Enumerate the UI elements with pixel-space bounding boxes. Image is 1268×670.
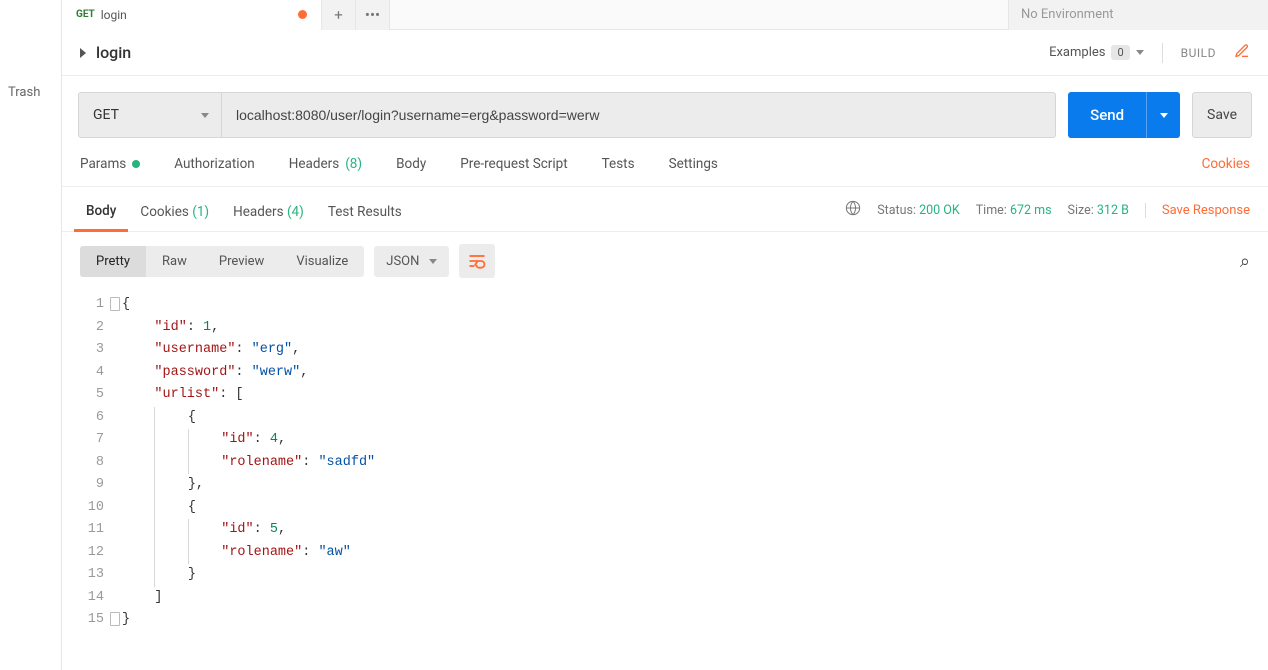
tab-label: Headers <box>233 204 283 220</box>
wrap-lines-button[interactable] <box>459 244 495 278</box>
code-line: 6 { <box>62 407 1268 430</box>
code-line: 4 "password": "werw", <box>62 362 1268 385</box>
format-row: Pretty Raw Preview Visualize JSON ⌕ <box>62 232 1268 290</box>
code-line: 10 { <box>62 497 1268 520</box>
language-label: JSON <box>386 254 419 269</box>
send-button[interactable]: Send <box>1068 92 1180 138</box>
tabbar: GET login + ••• No Environment <box>62 0 1268 30</box>
save-button[interactable]: Save <box>1192 92 1252 138</box>
unsaved-dot-icon <box>298 10 307 19</box>
tab-body[interactable]: Body <box>396 156 426 186</box>
status-value: 200 OK <box>919 203 960 218</box>
resp-tab-body[interactable]: Body <box>74 197 128 232</box>
time-value: 672 ms <box>1010 203 1052 218</box>
tab-label: Params <box>80 156 126 172</box>
resp-tab-testresults[interactable]: Test Results <box>316 198 414 230</box>
size-value: 312 B <box>1097 203 1129 218</box>
trash-link[interactable]: Trash <box>0 85 61 100</box>
request-name: login <box>96 43 131 62</box>
code-line: 5 "urlist": [ <box>62 384 1268 407</box>
method-value: GET <box>93 107 119 123</box>
tab-params[interactable]: Params <box>80 156 140 186</box>
view-mode-group: Pretty Raw Preview Visualize <box>80 246 364 277</box>
chevron-down-icon <box>1136 50 1144 55</box>
code-line: 7 "id": 4, <box>62 429 1268 452</box>
tab-count: (1) <box>192 204 209 220</box>
send-dropdown[interactable] <box>1146 92 1180 138</box>
request-subtabs: Params Authorization Headers (8) Body Pr… <box>62 138 1268 187</box>
tab-count: (4) <box>287 204 304 220</box>
language-select[interactable]: JSON <box>374 246 449 277</box>
globe-icon[interactable] <box>845 200 861 220</box>
environment-label: No Environment <box>1021 7 1114 22</box>
tab-headers[interactable]: Headers (8) <box>289 156 362 186</box>
view-preview[interactable]: Preview <box>203 246 280 277</box>
view-pretty[interactable]: Pretty <box>80 246 146 277</box>
code-line: 15} <box>62 609 1268 632</box>
tab-tests[interactable]: Tests <box>602 156 635 186</box>
save-response-button[interactable]: Save Response <box>1145 203 1250 218</box>
tab-settings[interactable]: Settings <box>669 156 718 186</box>
examples-count: 0 <box>1111 45 1129 60</box>
tab-label: Headers <box>289 156 339 172</box>
time-block: Time: 672 ms <box>976 203 1052 218</box>
save-label: Save <box>1207 107 1237 123</box>
code-line: 2 "id": 1, <box>62 317 1268 340</box>
url-input[interactable] <box>222 92 1056 138</box>
tab-method-label: GET <box>76 9 95 20</box>
request-tab[interactable]: GET login <box>62 0 322 30</box>
response-meta: Status: 200 OK Time: 672 ms Size: 312 B … <box>845 200 1250 228</box>
tab-prerequest[interactable]: Pre-request Script <box>460 156 567 186</box>
view-visualize[interactable]: Visualize <box>280 246 364 277</box>
caret-right-icon[interactable] <box>80 48 86 58</box>
tab-overflow-button[interactable]: ••• <box>356 0 390 30</box>
code-line: 12 "rolename": "aw" <box>62 542 1268 565</box>
method-select[interactable]: GET <box>78 92 222 138</box>
chevron-down-icon <box>1160 113 1168 118</box>
request-titlebar: login Examples 0 BUILD <box>62 30 1268 76</box>
chevron-down-icon <box>429 259 437 264</box>
environment-select[interactable]: No Environment <box>1008 0 1268 30</box>
code-line: 9 }, <box>62 474 1268 497</box>
tab-count: (8) <box>345 156 362 172</box>
view-raw[interactable]: Raw <box>146 246 203 277</box>
dot-icon <box>132 160 140 168</box>
status-block: Status: 200 OK <box>877 203 960 218</box>
send-label: Send <box>1068 106 1146 124</box>
code-line: 13 } <box>62 564 1268 587</box>
chevron-down-icon <box>201 113 209 118</box>
edit-icon[interactable] <box>1234 43 1250 63</box>
search-icon[interactable]: ⌕ <box>1240 251 1250 272</box>
tab-label: Cookies <box>140 204 188 220</box>
code-line: 1{ <box>62 294 1268 317</box>
size-label: Size: <box>1068 203 1094 218</box>
time-label: Time: <box>976 203 1007 218</box>
response-tabs: Body Cookies (1) Headers (4) Test Result… <box>62 187 1268 232</box>
examples-label: Examples <box>1049 45 1105 60</box>
examples-dropdown[interactable]: Examples 0 <box>1049 45 1144 60</box>
resp-tab-headers[interactable]: Headers (4) <box>221 198 316 230</box>
new-tab-button[interactable]: + <box>322 0 356 30</box>
tab-title: login <box>101 8 127 22</box>
url-row: GET Send Save <box>62 76 1268 138</box>
size-block: Size: 312 B <box>1068 203 1129 218</box>
left-sidebar: Trash <box>0 0 62 670</box>
code-line: 14 ] <box>62 587 1268 610</box>
tab-authorization[interactable]: Authorization <box>174 156 254 186</box>
main-area: GET login + ••• No Environment login Exa… <box>62 0 1268 670</box>
code-line: 11 "id": 5, <box>62 519 1268 542</box>
code-line: 8 "rolename": "sadfd" <box>62 452 1268 475</box>
resp-tab-cookies[interactable]: Cookies (1) <box>128 198 221 230</box>
build-link[interactable]: BUILD <box>1181 46 1216 60</box>
response-body-viewer[interactable]: 1{2 "id": 1,3 "username": "erg",4 "passw… <box>62 290 1268 632</box>
status-label: Status: <box>877 203 916 218</box>
code-line: 3 "username": "erg", <box>62 339 1268 362</box>
cookies-link[interactable]: Cookies <box>1202 156 1250 186</box>
divider <box>1162 43 1163 63</box>
